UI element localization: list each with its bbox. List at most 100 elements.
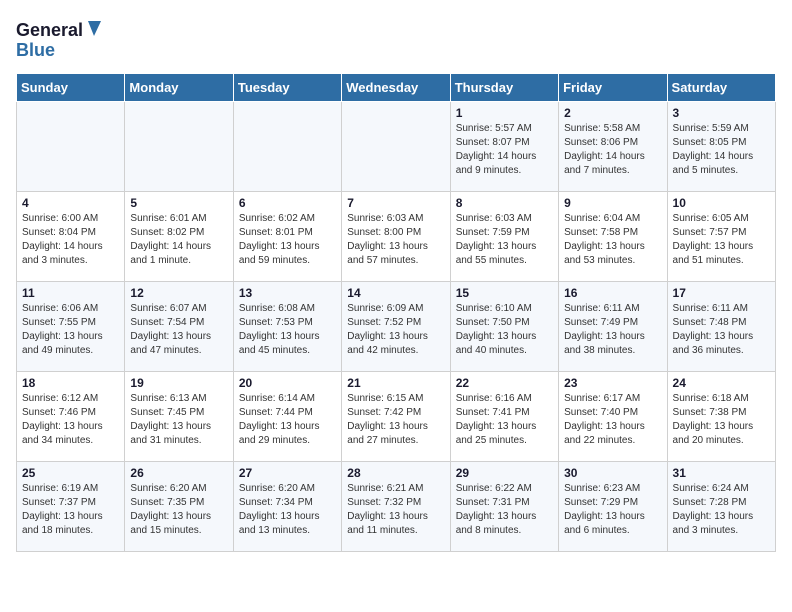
day-number: 8 — [456, 196, 553, 210]
cell-content: Sunrise: 6:13 AM Sunset: 7:45 PM Dayligh… — [130, 392, 227, 448]
cell-content: Sunrise: 5:59 AM Sunset: 8:05 PM Dayligh… — [673, 122, 770, 178]
day-number: 15 — [456, 286, 553, 300]
cell-content: Sunrise: 6:10 AM Sunset: 7:50 PM Dayligh… — [456, 302, 553, 358]
calendar-cell-5-1: 25 Sunrise: 6:19 AM Sunset: 7:37 PM Dayli… — [17, 462, 125, 552]
calendar-cell-5-3: 27Sunrise: 6:20 AM Sunset: 7:34 PM Dayli… — [233, 462, 341, 552]
calendar-cell-5-5: 29 Sunrise: 6:22 AM Sunset: 7:31 PM Dayli… — [450, 462, 558, 552]
cell-content: Sunrise: 6:00 AM Sunset: 8:04 PM Dayligh… — [22, 212, 119, 268]
cell-content: Sunrise: 6:06 AM Sunset: 7:55 PM Dayligh… — [22, 302, 119, 358]
calendar-cell-2-5: 8 Sunrise: 6:03 AM Sunset: 7:59 PM Daylig… — [450, 192, 558, 282]
day-number: 17 — [673, 286, 770, 300]
weekday-header-tuesday: Tuesday — [233, 74, 341, 102]
day-number: 24 — [673, 376, 770, 390]
cell-content: Sunrise: 6:18 AM Sunset: 7:38 PM Dayligh… — [673, 392, 770, 448]
week-row-3: 11 Sunrise: 6:06 AM Sunset: 7:55 PM Dayli… — [17, 282, 776, 372]
calendar-cell-4-3: 20 Sunrise: 6:14 AM Sunset: 7:44 PM Dayli… — [233, 372, 341, 462]
cell-content: Sunrise: 6:09 AM Sunset: 7:52 PM Dayligh… — [347, 302, 444, 358]
day-number: 6 — [239, 196, 336, 210]
calendar-cell-5-2: 26Sunrise: 6:20 AM Sunset: 7:35 PM Dayli… — [125, 462, 233, 552]
day-number: 5 — [130, 196, 227, 210]
calendar-cell-4-7: 24 Sunrise: 6:18 AM Sunset: 7:38 PM Dayli… — [667, 372, 775, 462]
cell-content: Sunrise: 6:19 AM Sunset: 7:37 PM Dayligh… — [22, 482, 119, 538]
cell-content: Sunrise: 6:11 AM Sunset: 7:49 PM Dayligh… — [564, 302, 661, 358]
day-number: 20 — [239, 376, 336, 390]
cell-content: Sunrise: 6:03 AM Sunset: 7:59 PM Dayligh… — [456, 212, 553, 268]
cell-content: Sunrise: 6:20 AM Sunset: 7:34 PM Dayligh… — [239, 482, 336, 538]
day-number: 26 — [130, 466, 227, 480]
calendar-cell-4-1: 18 Sunrise: 6:12 AM Sunset: 7:46 PM Dayli… — [17, 372, 125, 462]
cell-content: Sunrise: 6:05 AM Sunset: 7:57 PM Dayligh… — [673, 212, 770, 268]
day-number: 31 — [673, 466, 770, 480]
calendar-cell-5-7: 31 Sunrise: 6:24 AM Sunset: 7:28 PM Dayli… — [667, 462, 775, 552]
cell-content: Sunrise: 6:14 AM Sunset: 7:44 PM Dayligh… — [239, 392, 336, 448]
calendar-cell-4-2: 19 Sunrise: 6:13 AM Sunset: 7:45 PM Dayli… — [125, 372, 233, 462]
calendar-cell-3-2: 12Sunrise: 6:07 AM Sunset: 7:54 PM Dayli… — [125, 282, 233, 372]
cell-content: Sunrise: 6:08 AM Sunset: 7:53 PM Dayligh… — [239, 302, 336, 358]
cell-content: Sunrise: 6:16 AM Sunset: 7:41 PM Dayligh… — [456, 392, 553, 448]
cell-content: Sunrise: 6:21 AM Sunset: 7:32 PM Dayligh… — [347, 482, 444, 538]
day-number: 2 — [564, 106, 661, 120]
day-number: 9 — [564, 196, 661, 210]
cell-content: Sunrise: 6:24 AM Sunset: 7:28 PM Dayligh… — [673, 482, 770, 538]
day-number: 7 — [347, 196, 444, 210]
calendar-cell-2-2: 5 Sunrise: 6:01 AM Sunset: 8:02 PM Daylig… — [125, 192, 233, 282]
week-row-2: 4 Sunrise: 6:00 AM Sunset: 8:04 PM Daylig… — [17, 192, 776, 282]
cell-content: Sunrise: 6:15 AM Sunset: 7:42 PM Dayligh… — [347, 392, 444, 448]
calendar-cell-5-4: 28Sunrise: 6:21 AM Sunset: 7:32 PM Dayli… — [342, 462, 450, 552]
svg-text:Blue: Blue — [16, 40, 55, 60]
day-number: 4 — [22, 196, 119, 210]
weekday-header-row: SundayMondayTuesdayWednesdayThursdayFrid… — [17, 74, 776, 102]
day-number: 29 — [456, 466, 553, 480]
cell-content: Sunrise: 6:04 AM Sunset: 7:58 PM Dayligh… — [564, 212, 661, 268]
week-row-4: 18 Sunrise: 6:12 AM Sunset: 7:46 PM Dayli… — [17, 372, 776, 462]
calendar-cell-3-4: 14 Sunrise: 6:09 AM Sunset: 7:52 PM Dayli… — [342, 282, 450, 372]
calendar-cell-3-7: 17 Sunrise: 6:11 AM Sunset: 7:48 PM Dayli… — [667, 282, 775, 372]
calendar-cell-2-4: 7 Sunrise: 6:03 AM Sunset: 8:00 PM Daylig… — [342, 192, 450, 282]
calendar-cell-2-1: 4 Sunrise: 6:00 AM Sunset: 8:04 PM Daylig… — [17, 192, 125, 282]
day-number: 25 — [22, 466, 119, 480]
week-row-5: 25 Sunrise: 6:19 AM Sunset: 7:37 PM Dayli… — [17, 462, 776, 552]
calendar-cell-2-7: 10 Sunrise: 6:05 AM Sunset: 7:57 PM Dayli… — [667, 192, 775, 282]
calendar-cell-1-4 — [342, 102, 450, 192]
calendar-cell-4-4: 21 Sunrise: 6:15 AM Sunset: 7:42 PM Dayli… — [342, 372, 450, 462]
week-row-1: 1Sunrise: 5:57 AM Sunset: 8:07 PM Daylig… — [17, 102, 776, 192]
cell-content: Sunrise: 6:17 AM Sunset: 7:40 PM Dayligh… — [564, 392, 661, 448]
calendar-cell-4-5: 22Sunrise: 6:16 AM Sunset: 7:41 PM Dayli… — [450, 372, 558, 462]
weekday-header-friday: Friday — [559, 74, 667, 102]
calendar-table: SundayMondayTuesdayWednesdayThursdayFrid… — [16, 73, 776, 552]
weekday-header-saturday: Saturday — [667, 74, 775, 102]
day-number: 10 — [673, 196, 770, 210]
calendar-cell-5-6: 30 Sunrise: 6:23 AM Sunset: 7:29 PM Dayli… — [559, 462, 667, 552]
weekday-header-thursday: Thursday — [450, 74, 558, 102]
weekday-header-sunday: Sunday — [17, 74, 125, 102]
calendar-cell-3-3: 13Sunrise: 6:08 AM Sunset: 7:53 PM Dayli… — [233, 282, 341, 372]
day-number: 18 — [22, 376, 119, 390]
cell-content: Sunrise: 6:02 AM Sunset: 8:01 PM Dayligh… — [239, 212, 336, 268]
weekday-header-wednesday: Wednesday — [342, 74, 450, 102]
calendar-cell-1-3 — [233, 102, 341, 192]
calendar-cell-2-3: 6 Sunrise: 6:02 AM Sunset: 8:01 PM Daylig… — [233, 192, 341, 282]
calendar-cell-1-7: 3 Sunrise: 5:59 AM Sunset: 8:05 PM Daylig… — [667, 102, 775, 192]
calendar-cell-1-2 — [125, 102, 233, 192]
logo-svg: GeneralBlue — [16, 16, 106, 61]
calendar-cell-3-6: 16 Sunrise: 6:11 AM Sunset: 7:49 PM Dayli… — [559, 282, 667, 372]
calendar-cell-1-6: 2Sunrise: 5:58 AM Sunset: 8:06 PM Daylig… — [559, 102, 667, 192]
svg-text:General: General — [16, 20, 83, 40]
cell-content: Sunrise: 6:23 AM Sunset: 7:29 PM Dayligh… — [564, 482, 661, 538]
calendar-cell-1-1 — [17, 102, 125, 192]
day-number: 30 — [564, 466, 661, 480]
day-number: 14 — [347, 286, 444, 300]
cell-content: Sunrise: 6:11 AM Sunset: 7:48 PM Dayligh… — [673, 302, 770, 358]
cell-content: Sunrise: 6:03 AM Sunset: 8:00 PM Dayligh… — [347, 212, 444, 268]
cell-content: Sunrise: 6:01 AM Sunset: 8:02 PM Dayligh… — [130, 212, 227, 268]
day-number: 11 — [22, 286, 119, 300]
day-number: 16 — [564, 286, 661, 300]
day-number: 19 — [130, 376, 227, 390]
day-number: 1 — [456, 106, 553, 120]
calendar-cell-3-5: 15 Sunrise: 6:10 AM Sunset: 7:50 PM Dayli… — [450, 282, 558, 372]
calendar-cell-2-6: 9 Sunrise: 6:04 AM Sunset: 7:58 PM Daylig… — [559, 192, 667, 282]
day-number: 3 — [673, 106, 770, 120]
day-number: 21 — [347, 376, 444, 390]
cell-content: Sunrise: 6:12 AM Sunset: 7:46 PM Dayligh… — [22, 392, 119, 448]
cell-content: Sunrise: 6:22 AM Sunset: 7:31 PM Dayligh… — [456, 482, 553, 538]
